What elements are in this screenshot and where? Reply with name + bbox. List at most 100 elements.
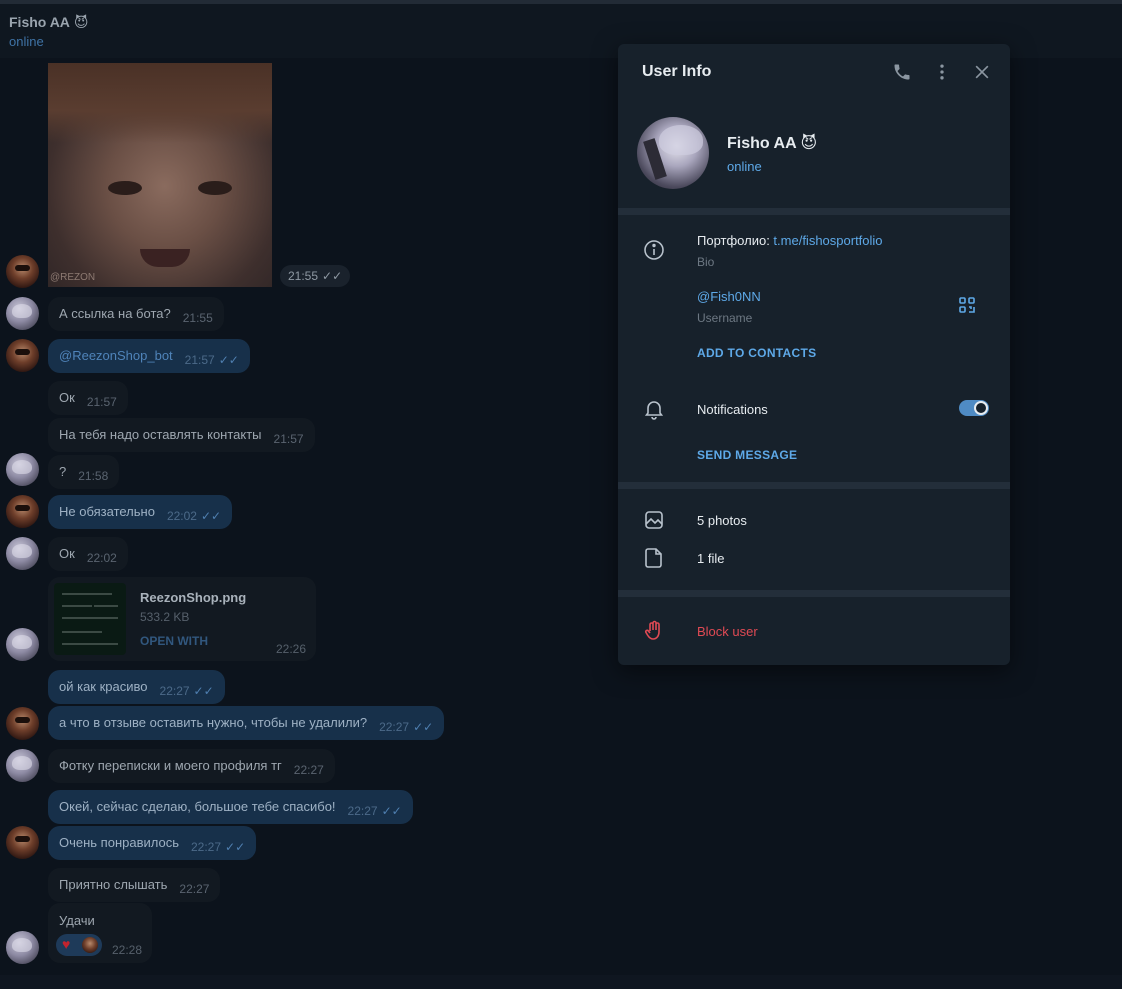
chat-title: Fisho AA 😈 xyxy=(9,14,89,31)
message-text: а что в отзыве оставить нужно, чтобы не … xyxy=(59,715,368,730)
avatar[interactable] xyxy=(6,495,39,528)
add-to-contacts-button[interactable]: ADD TO CONTACTS xyxy=(697,346,816,360)
avatar[interactable] xyxy=(6,628,39,661)
message-text: Фотку переписки и моего профиля тг xyxy=(59,758,282,773)
message-bubble[interactable]: Не обязательно 22:02 ✓✓ xyxy=(48,495,233,529)
chat-title-text: Fisho AA xyxy=(9,14,70,30)
avatar[interactable] xyxy=(6,707,39,740)
telegram-window: Fisho AA 😈 online @REZON 21:55 ✓✓ А ссылка… xyxy=(0,0,1122,989)
phone-icon[interactable] xyxy=(892,62,912,82)
open-with-button[interactable]: OPEN WITH xyxy=(140,634,208,648)
message-text: ой как красиво xyxy=(59,679,148,694)
user-info-panel: User Info Fisho AA 😈 online Портфолио: t… xyxy=(618,44,1010,665)
file-thumbnail[interactable] xyxy=(54,583,126,655)
message-bubble[interactable]: а что в отзыве оставить нужно, чтобы не … xyxy=(48,706,445,740)
reaction-badge[interactable]: ♥ xyxy=(56,934,102,956)
message-time: 22:27 xyxy=(293,763,324,777)
message-bubble[interactable]: ой как красиво 22:27 ✓✓ xyxy=(48,670,225,704)
notifications-label: Notifications xyxy=(697,402,768,417)
message-text: Удачи xyxy=(59,913,95,928)
message-bubble[interactable]: Удачи ♥ 22:28 xyxy=(48,903,152,963)
message-text: Ок xyxy=(59,390,75,405)
thumb-line xyxy=(62,605,92,607)
message-bubble[interactable]: Ок 21:57 xyxy=(48,381,128,415)
message-bubble[interactable]: Очень понравилось 22:27 ✓✓ xyxy=(48,826,257,860)
message-bubble[interactable]: @ReezonShop_bot 21:57 ✓✓ xyxy=(48,339,250,373)
photo-message[interactable]: @REZON xyxy=(48,63,272,287)
avatar[interactable] xyxy=(6,749,39,782)
file-message[interactable]: ReezonShop.png 533.2 KB OPEN WITH 22:26 xyxy=(48,577,316,661)
message-text: Ок xyxy=(59,546,75,561)
profile-name-text: Fisho AA xyxy=(727,135,797,152)
photos-count[interactable]: 5 photos xyxy=(697,513,747,528)
message-bubble[interactable]: Ок 22:02 xyxy=(48,537,128,571)
message-time: 22:27 xyxy=(347,804,378,818)
qr-code-icon[interactable] xyxy=(958,296,976,314)
double-check-icon: ✓✓ xyxy=(381,804,402,818)
avatar[interactable] xyxy=(6,297,39,330)
notifications-toggle[interactable] xyxy=(959,400,989,416)
section-divider xyxy=(618,590,1010,597)
file-name: ReezonShop.png xyxy=(140,590,247,605)
portfolio-link[interactable]: t.me/fishosportfolio xyxy=(773,233,882,248)
avatar[interactable] xyxy=(6,931,39,964)
username-label: Username xyxy=(697,311,753,325)
thumb-line xyxy=(94,605,118,607)
photo-time-text: 21:55 xyxy=(288,269,319,283)
message-time: 22:27 xyxy=(191,840,222,854)
avatar[interactable] xyxy=(6,826,39,859)
send-message-button[interactable]: SEND MESSAGE xyxy=(697,448,797,462)
bio-prefix: Портфолио: xyxy=(697,233,774,248)
photo-eye-left xyxy=(108,181,142,195)
avatar[interactable] xyxy=(6,537,39,570)
message-bubble[interactable]: Приятно слышать 22:27 xyxy=(48,868,221,902)
close-icon[interactable] xyxy=(972,62,992,82)
photo-icon xyxy=(642,508,666,532)
message-bubble[interactable]: Фотку переписки и моего профиля тг 22:27 xyxy=(48,749,335,783)
bot-link[interactable]: @ReezonShop_bot xyxy=(59,339,173,373)
thumb-line xyxy=(62,593,112,595)
thumb-line xyxy=(62,617,118,619)
thumb-line xyxy=(62,643,118,645)
devil-emoji-icon: 😈 xyxy=(800,135,818,152)
message-text: А ссылка на бота? xyxy=(59,306,171,321)
message-bubble[interactable]: ? 21:58 xyxy=(48,455,120,489)
message-text: Приятно слышать xyxy=(59,877,168,892)
message-time: 22:26 xyxy=(276,642,307,656)
avatar-hair xyxy=(659,125,703,155)
file-icon xyxy=(642,546,666,570)
section-divider xyxy=(618,208,1010,215)
message-bubble[interactable]: А ссылка на бота? 21:55 xyxy=(48,297,224,331)
avatar[interactable] xyxy=(6,339,39,372)
hand-stop-icon xyxy=(642,619,666,643)
files-count[interactable]: 1 file xyxy=(697,551,724,566)
block-user-button[interactable]: Block user xyxy=(697,624,758,639)
profile-avatar[interactable] xyxy=(637,117,709,189)
username-value[interactable]: @Fish0NN xyxy=(697,289,761,304)
message-time: 21:55 xyxy=(182,311,213,325)
reactor-avatar xyxy=(82,937,98,953)
message-time: 22:02 xyxy=(86,551,117,565)
message-time: 22:27 xyxy=(379,720,410,734)
photo-eye-right xyxy=(198,181,232,195)
message-time: 21:57 xyxy=(184,353,215,367)
message-time: 22:27 xyxy=(159,684,190,698)
message-bubble[interactable]: На тебя надо оставлять контакты 21:57 xyxy=(48,418,315,452)
file-size: 533.2 KB xyxy=(140,610,190,624)
double-check-icon: ✓✓ xyxy=(413,720,434,734)
panel-title: User Info xyxy=(642,63,712,80)
more-vertical-icon[interactable] xyxy=(932,62,952,82)
avatar[interactable] xyxy=(6,453,39,486)
bio-label: Bio xyxy=(697,255,715,269)
message-time: 21:57 xyxy=(86,395,117,409)
double-check-icon: ✓✓ xyxy=(200,509,222,523)
avatar[interactable] xyxy=(6,255,39,288)
message-time: 21:57 xyxy=(273,432,304,446)
photo-mouth xyxy=(140,249,190,267)
message-time: 22:28 xyxy=(112,943,143,957)
bio-text: Портфолио: t.me/fishosportfolio xyxy=(697,233,883,248)
message-time: 22:27 xyxy=(179,882,210,896)
heart-icon: ♥ xyxy=(62,936,71,952)
message-text: Не обязательно xyxy=(59,504,155,519)
message-bubble[interactable]: Окей, сейчас сделаю, большое тебе спасиб… xyxy=(48,790,413,824)
